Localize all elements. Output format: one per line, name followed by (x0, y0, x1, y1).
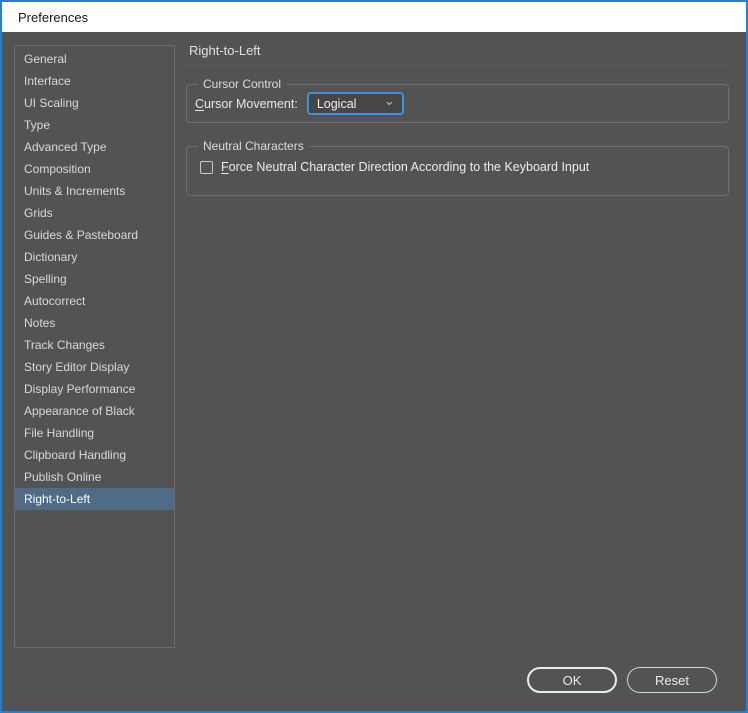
cursor-movement-row: Cursor Movement: Logical ⌄ (195, 85, 720, 122)
sidebar-item-grids[interactable]: Grids (15, 202, 174, 224)
sidebar-item-interface[interactable]: Interface (15, 70, 174, 92)
reset-button[interactable]: Reset (627, 667, 717, 693)
sidebar-item-clipboard-handling[interactable]: Clipboard Handling (15, 444, 174, 466)
sidebar-item-appearance-of-black[interactable]: Appearance of Black (15, 400, 174, 422)
page-title: Right-to-Left (189, 43, 261, 58)
cursor-movement-dropdown[interactable]: Logical ⌄ (306, 92, 404, 115)
dialog-body: General Interface UI Scaling Type Advanc… (2, 32, 746, 711)
neutral-characters-group: Neutral Characters Force Neutral Charact… (186, 139, 729, 196)
heading-divider (186, 65, 729, 66)
sidebar-item-ui-scaling[interactable]: UI Scaling (15, 92, 174, 114)
sidebar-item-file-handling[interactable]: File Handling (15, 422, 174, 444)
force-neutral-direction-checkbox[interactable] (200, 160, 213, 174)
sidebar-item-units-increments[interactable]: Units & Increments (15, 180, 174, 202)
force-neutral-direction-label[interactable]: Force Neutral Character Direction Accord… (221, 160, 589, 174)
sidebar-item-story-editor-display[interactable]: Story Editor Display (15, 356, 174, 378)
sidebar-item-display-performance[interactable]: Display Performance (15, 378, 174, 400)
sidebar-item-general[interactable]: General (15, 48, 174, 70)
force-neutral-direction-row[interactable]: Force Neutral Character Direction Accord… (200, 160, 589, 174)
sidebar-item-advanced-type[interactable]: Advanced Type (15, 136, 174, 158)
cursor-movement-label: Cursor Movement: (195, 96, 298, 111)
sidebar-item-composition[interactable]: Composition (15, 158, 174, 180)
cursor-control-group: Cursor Control Cursor Movement: Logical … (186, 77, 729, 123)
sidebar-item-right-to-left[interactable]: Right-to-Left (15, 488, 174, 510)
neutral-characters-legend: Neutral Characters (198, 139, 309, 154)
sidebar-item-guides-pasteboard[interactable]: Guides & Pasteboard (15, 224, 174, 246)
sidebar-item-dictionary[interactable]: Dictionary (15, 246, 174, 268)
sidebar-item-notes[interactable]: Notes (15, 312, 174, 334)
sidebar-item-type[interactable]: Type (15, 114, 174, 136)
titlebar[interactable]: Preferences (2, 2, 746, 32)
chevron-down-icon: ⌄ (383, 92, 395, 108)
sidebar-item-publish-online[interactable]: Publish Online (15, 466, 174, 488)
ok-button[interactable]: OK (527, 667, 617, 693)
dialog-title: Preferences (18, 9, 89, 25)
preferences-dialog: Preferences General Interface UI Scaling… (0, 0, 748, 713)
sidebar-item-autocorrect[interactable]: Autocorrect (15, 290, 174, 312)
category-list: General Interface UI Scaling Type Advanc… (14, 45, 175, 648)
sidebar-item-spelling[interactable]: Spelling (15, 268, 174, 290)
dropdown-selected-value: Logical (316, 96, 357, 111)
sidebar-item-track-changes[interactable]: Track Changes (15, 334, 174, 356)
